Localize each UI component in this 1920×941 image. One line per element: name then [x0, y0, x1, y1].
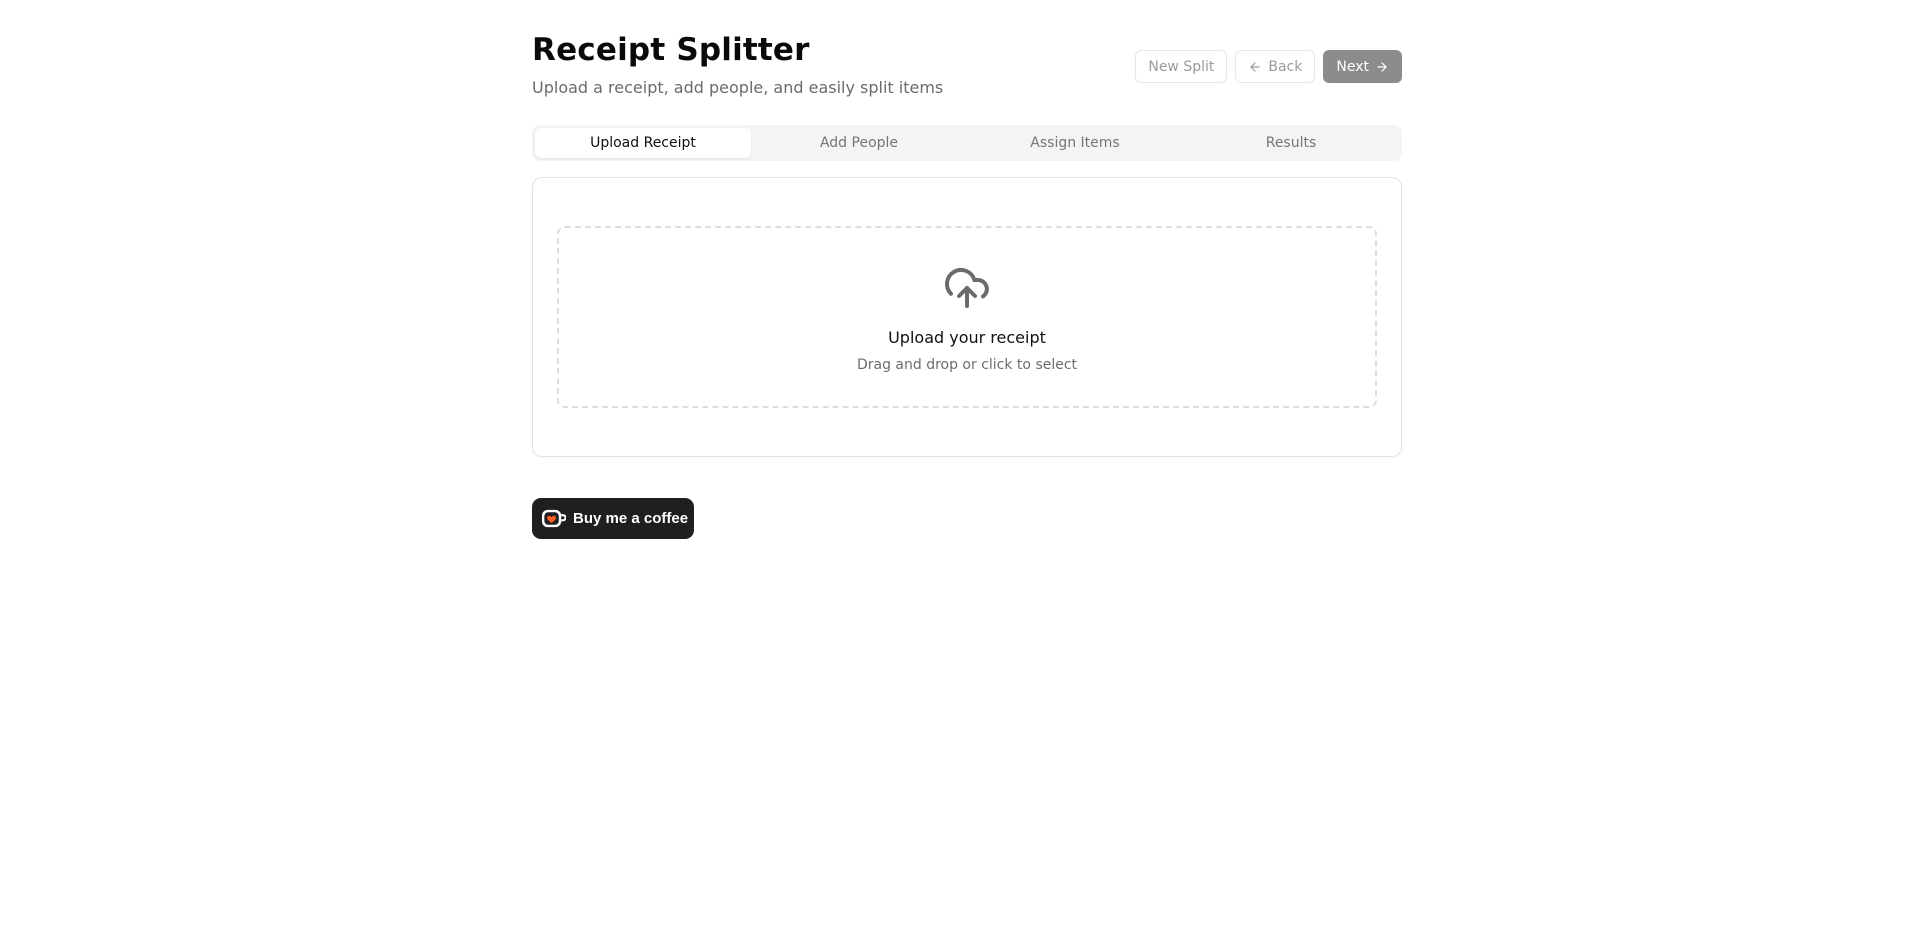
upload-hint: Drag and drop or click to select [856, 357, 1078, 373]
back-label: Back [1268, 58, 1303, 75]
step-tabs: Upload Receipt Add People Assign Items R… [532, 125, 1402, 161]
upload-card: Upload your receipt Drag and drop or cli… [532, 177, 1402, 457]
new-split-label: New Split [1148, 58, 1215, 75]
page-title: Receipt Splitter [532, 32, 810, 68]
tab-add-people[interactable]: Add People [751, 128, 967, 158]
arrow-right-icon [1377, 61, 1387, 72]
coffee-label: Buy me a coffee [573, 510, 689, 527]
back-button[interactable]: Back [1235, 50, 1316, 83]
cloud-upload-icon [945, 267, 989, 308]
coffee-cup-icon [541, 509, 566, 528]
page-subtitle: Upload a receipt, add people, and easily… [532, 78, 944, 97]
upload-title: Upload your receipt [888, 328, 1046, 347]
receipt-dropzone[interactable]: Upload your receipt Drag and drop or cli… [557, 226, 1377, 408]
header-actions: New Split Back Next [1135, 50, 1402, 83]
next-label: Next [1336, 58, 1369, 75]
app-container: Receipt Splitter Upload a receipt, add p… [532, 0, 1402, 539]
arrow-left-icon [1250, 61, 1261, 72]
new-split-button[interactable]: New Split [1135, 50, 1228, 83]
next-button[interactable]: Next [1323, 50, 1402, 83]
tab-upload-receipt[interactable]: Upload Receipt [535, 128, 751, 158]
page-header: Receipt Splitter Upload a receipt, add p… [532, 0, 1402, 125]
buy-me-a-coffee-button[interactable]: Buy me a coffee [532, 498, 694, 539]
tab-results[interactable]: Results [1183, 128, 1399, 158]
tab-assign-items[interactable]: Assign Items [967, 128, 1183, 158]
